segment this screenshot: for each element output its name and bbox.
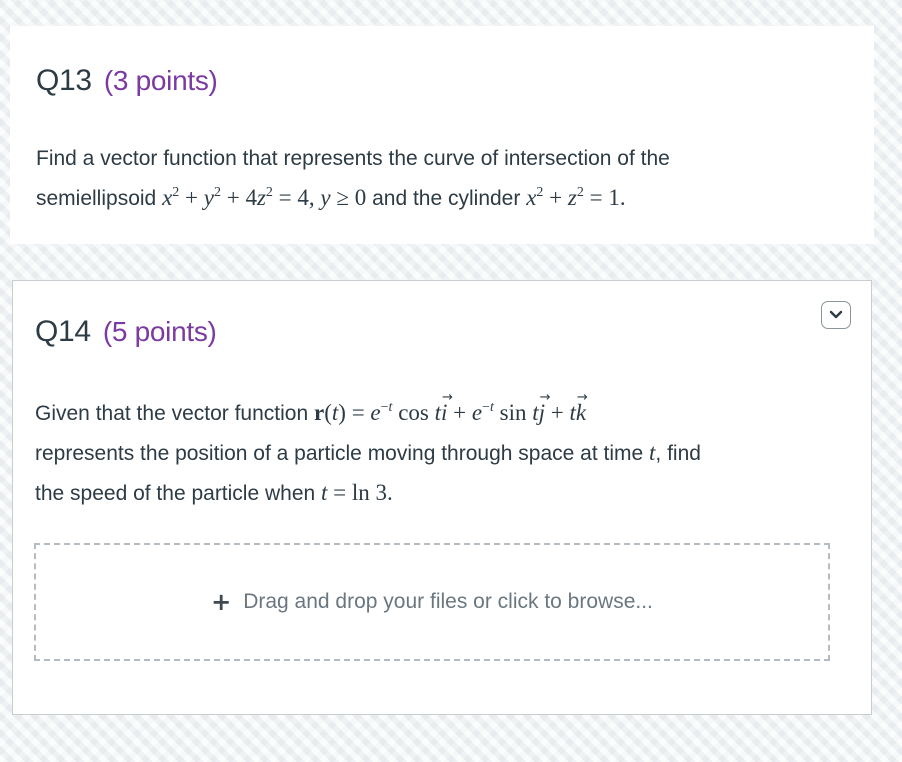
question-points: (5 points) (102, 316, 217, 347)
question-line: semiellipsoid x2 + y2 + 4z2 = 4, y ≥ 0 a… (36, 178, 670, 218)
question-text: Given that the vector function r(t) = e−… (35, 378, 701, 513)
text-fragment: the speed of the particle when (35, 482, 322, 505)
dropzone-label: Drag and drop your files or click to bro… (243, 590, 653, 613)
question-title: Q14 (35, 315, 91, 348)
cylinder-equation: x2 + z2 = 1. (526, 185, 626, 210)
question-text: Find a vector function that represents t… (36, 139, 670, 218)
semiellipsoid-equation: x2 + y2 + 4z2 = 4, y ≥ 0 (162, 185, 367, 210)
text-fragment: and the cylinder (366, 187, 527, 210)
text-fragment: , find (655, 442, 701, 465)
text-fragment: semiellipsoid (36, 187, 163, 210)
text-fragment: Given that the vector function (35, 402, 314, 425)
question-card-q14: Q14 (5 points) Given that the vector fun… (12, 280, 872, 715)
question-points: (3 points) (103, 65, 218, 96)
dropzone-content: + Drag and drop your files or click to b… (211, 590, 653, 614)
question-line: Find a vector function that represents t… (36, 147, 670, 170)
question-title: Q13 (36, 64, 92, 97)
time-condition: t = ln 3. (321, 480, 393, 505)
question-header: Q14 (5 points) (35, 315, 217, 349)
text-fragment: represents the position of a particle mo… (35, 442, 650, 465)
collapse-button[interactable] (821, 301, 851, 329)
question-header: Q13 (3 points) (36, 64, 218, 98)
question-line: the speed of the particle when t = ln 3. (35, 473, 701, 513)
file-dropzone[interactable]: + Drag and drop your files or click to b… (34, 543, 830, 661)
question-line: represents the position of a particle mo… (35, 433, 701, 473)
chevron-down-icon (829, 310, 843, 319)
question-card-q13: Q13 (3 points) Find a vector function th… (10, 26, 874, 244)
plus-icon: + (211, 588, 232, 616)
position-vector-equation: r(t) = e−t cos ti + e−t sin tj + tk (314, 378, 588, 425)
question-line: Given that the vector function r(t) = e−… (35, 378, 701, 433)
